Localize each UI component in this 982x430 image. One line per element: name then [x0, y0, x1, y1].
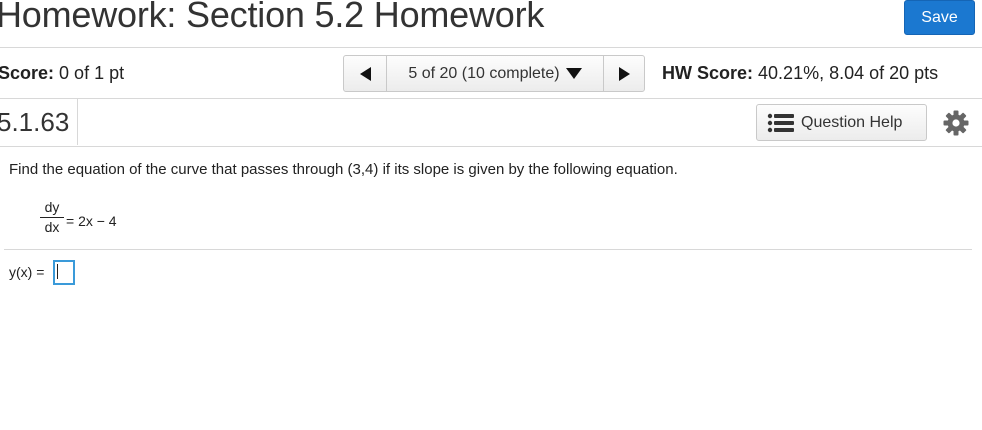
question-help-button[interactable]: Question Help: [756, 104, 927, 141]
next-question-button[interactable]: [603, 56, 645, 91]
triangle-left-icon: [359, 66, 371, 81]
page-title: Homework: Section 5.2 Homework: [0, 0, 545, 35]
fraction-bar: [40, 217, 64, 218]
question-help-label: Question Help: [801, 113, 903, 131]
divider: [0, 98, 982, 99]
divider: [0, 146, 982, 147]
divider: [4, 249, 972, 250]
previous-question-button[interactable]: [344, 56, 387, 91]
score-value: 0 of 1 pt: [59, 63, 125, 83]
fraction-numerator: dy: [44, 199, 60, 215]
question-number: 5.1.63: [0, 99, 79, 145]
list-icon: [767, 113, 794, 132]
text-cursor: [57, 264, 58, 279]
answer-label: y(x) =: [9, 264, 45, 280]
triangle-down-icon: [565, 68, 582, 79]
fraction-denominator: dx: [44, 219, 60, 235]
gear-icon[interactable]: [943, 110, 969, 136]
score-label: Score:: [0, 63, 55, 83]
triangle-right-icon: [619, 66, 630, 81]
question-prompt: Find the equation of the curve that pass…: [9, 161, 678, 178]
hw-score-label: HW Score:: [662, 63, 754, 83]
hw-score-value: 40.21%, 8.04 of 20 pts: [758, 63, 939, 83]
question-select-dropdown[interactable]: 5 of 20 (10 complete): [387, 56, 603, 91]
page-header: Homework: Section 5.2 Homework Save: [0, 0, 982, 48]
homework-score: HW Score: 40.21%, 8.04 of 20 pts: [662, 63, 938, 84]
question-navigator: 5 of 20 (10 complete): [343, 55, 645, 92]
question-position-text: 5 of 20 (10 complete): [408, 64, 560, 82]
divider: [0, 47, 982, 48]
derivative-fraction: dy dx: [40, 199, 64, 236]
equation-rhs: = 2x − 4: [66, 213, 117, 229]
question-score: Score: 0 of 1 pt: [0, 63, 124, 84]
save-button[interactable]: Save: [904, 0, 975, 35]
